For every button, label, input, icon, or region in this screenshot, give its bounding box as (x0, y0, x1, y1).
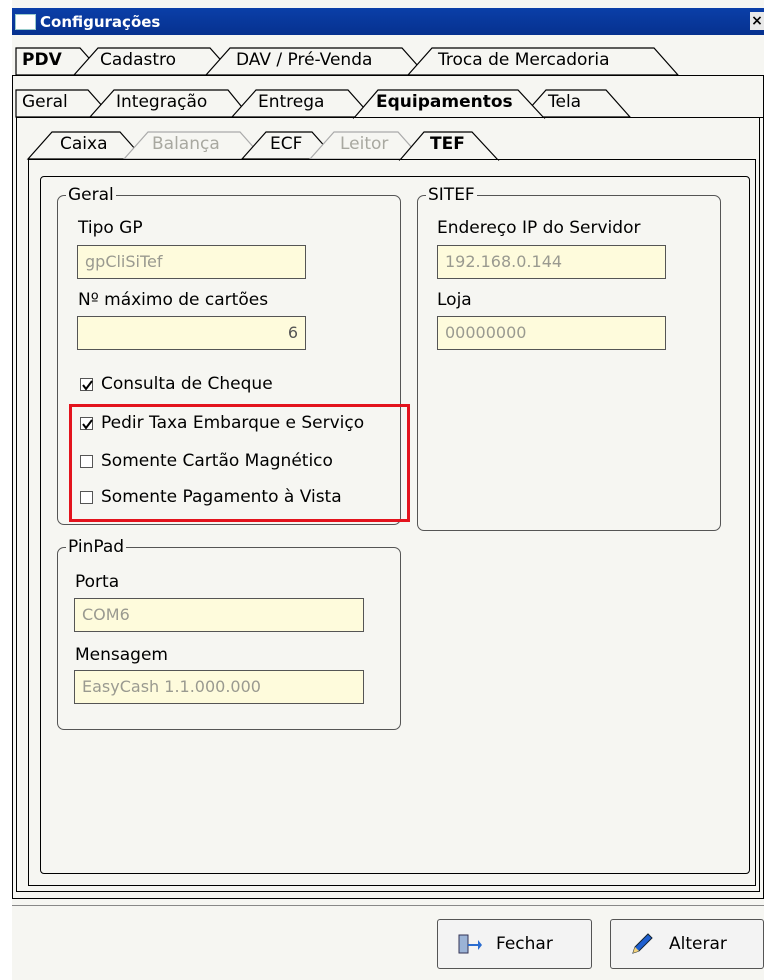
checkbox-checked-icon (80, 416, 93, 430)
consulta-cheque-checkbox[interactable]: Consulta de Cheque (80, 374, 273, 394)
somente-cartao-label: Somente Cartão Magnético (101, 451, 333, 471)
checkbox-unchecked-icon (80, 490, 93, 504)
porta-label: Porta (75, 572, 120, 592)
somente-pagamento-checkbox[interactable]: Somente Pagamento à Vista (80, 487, 342, 507)
settings-window: Configurações × PDV Cadastro DAV / Pré-V… (12, 0, 764, 980)
max-cartoes-field[interactable]: 6 (77, 316, 306, 350)
geral-legend: Geral (66, 185, 116, 205)
somente-pagamento-label: Somente Pagamento à Vista (101, 487, 342, 507)
loja-field[interactable]: 00000000 (437, 316, 666, 350)
pencil-icon (629, 931, 655, 957)
sitef-legend: SITEF (426, 185, 477, 205)
tipo-gp-label: Tipo GP (78, 218, 143, 238)
tab-pdv-label: PDV (22, 50, 62, 70)
fechar-button[interactable]: Fechar (437, 919, 592, 969)
mensagem-label: Mensagem (75, 645, 168, 665)
alterar-button[interactable]: Alterar (610, 919, 764, 969)
title-bar: Configurações × (12, 8, 764, 35)
tab-cadastro[interactable]: Cadastro (72, 45, 236, 76)
footer-divider (12, 905, 764, 906)
checkbox-unchecked-icon (80, 454, 93, 468)
tab-troca-mercadoria[interactable]: Troca de Mercadoria (406, 45, 680, 76)
window-icon (15, 14, 36, 30)
exit-door-icon (456, 931, 482, 957)
somente-cartao-checkbox[interactable]: Somente Cartão Magnético (80, 451, 333, 471)
alterar-label: Alterar (669, 934, 727, 954)
close-icon[interactable]: × (750, 12, 764, 30)
tab-dav-pre-venda[interactable]: DAV / Pré-Venda (204, 45, 428, 76)
pedir-taxa-checkbox[interactable]: Pedir Taxa Embarque e Serviço (80, 413, 364, 433)
porta-field[interactable]: COM6 (74, 598, 364, 632)
window-title: Configurações (40, 13, 161, 31)
tab-troca-label: Troca de Mercadoria (438, 50, 610, 70)
ip-servidor-field[interactable]: 192.168.0.144 (437, 245, 666, 279)
loja-label: Loja (437, 290, 472, 310)
checkbox-checked-icon (80, 377, 93, 391)
tab-cadastro-label: Cadastro (100, 50, 177, 70)
fechar-label: Fechar (496, 934, 553, 954)
max-cartoes-label: Nº máximo de cartões (78, 290, 269, 310)
tab-dav-label: DAV / Pré-Venda (236, 50, 373, 70)
ip-servidor-label: Endereço IP do Servidor (437, 218, 641, 238)
consulta-cheque-label: Consulta de Cheque (101, 374, 273, 394)
pinpad-legend: PinPad (66, 537, 127, 557)
pedir-taxa-label: Pedir Taxa Embarque e Serviço (101, 413, 365, 433)
mensagem-field[interactable]: EasyCash 1.1.000.000 (74, 670, 364, 704)
tipo-gp-field[interactable]: gpCliSiTef (77, 245, 306, 279)
